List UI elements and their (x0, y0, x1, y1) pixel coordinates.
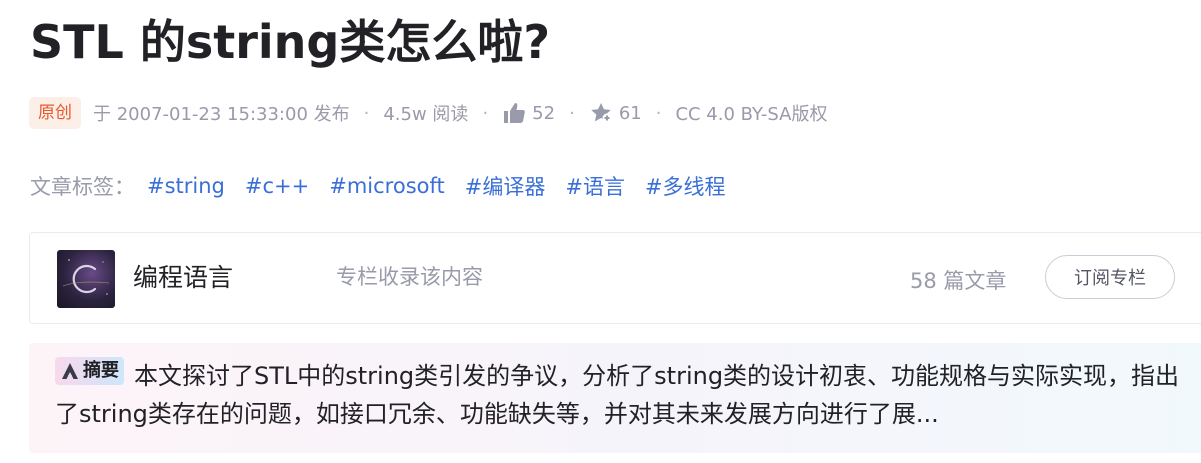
column-card: 编程语言 专栏收录该内容 58 篇文章 订阅专栏 (29, 232, 1201, 324)
column-description: 专栏收录该内容 (336, 265, 483, 289)
tag-link[interactable]: #c++ (245, 174, 309, 198)
tag-link[interactable]: #string (147, 174, 225, 198)
tag-link[interactable]: #语言 (565, 171, 625, 201)
view-count: 4.5w 阅读 (383, 104, 469, 125)
article-tags: 文章标签： #string #c++ #microsoft #编译器 #语言 #… (30, 170, 746, 202)
tags-label: 文章标签： (30, 175, 135, 199)
thumbs-up-icon[interactable] (502, 101, 526, 125)
article-title: STL 的string类怎么啦? (30, 15, 551, 69)
meta-separator: · (569, 102, 575, 124)
favorite-count: 61 (618, 102, 642, 124)
tag-link[interactable]: #microsoft (329, 174, 445, 198)
column-name[interactable]: 编程语言 (133, 261, 233, 295)
tag-link[interactable]: #多线程 (645, 171, 726, 201)
abstract-text: 本文探讨了STL中的string类引发的争议，分析了string类的设计初衷、功… (55, 362, 1180, 428)
abstract-badge-label: 摘要 (83, 360, 119, 381)
publish-time: 于 2007-01-23 15:33:00 发布 (93, 104, 350, 125)
column-article-count: 58 篇文章 (910, 269, 1007, 293)
subscribe-column-button[interactable]: 订阅专栏 (1045, 255, 1175, 299)
column-avatar[interactable] (57, 250, 115, 308)
meta-separator: · (363, 102, 370, 124)
meta-separator: · (655, 102, 662, 124)
meta-separator: · (482, 102, 489, 124)
original-badge: 原创 (29, 97, 81, 129)
like-count: 52 (532, 102, 556, 124)
article-meta-bar: 原创 于 2007-01-23 15:33:00 发布 · 4.5w 阅读 · … (29, 96, 827, 130)
article-abstract: 摘要 本文探讨了STL中的string类引发的争议，分析了string类的设计初… (29, 343, 1201, 453)
ai-abstract-icon (60, 361, 83, 381)
abstract-badge: 摘要 (55, 357, 124, 385)
tag-link[interactable]: #编译器 (465, 171, 546, 201)
star-collect-icon[interactable] (589, 101, 613, 125)
license-link[interactable]: CC 4.0 BY-SA版权 (675, 100, 827, 126)
abstract-block: 摘要 本文探讨了STL中的string类引发的争议，分析了string类的设计初… (55, 357, 1189, 433)
